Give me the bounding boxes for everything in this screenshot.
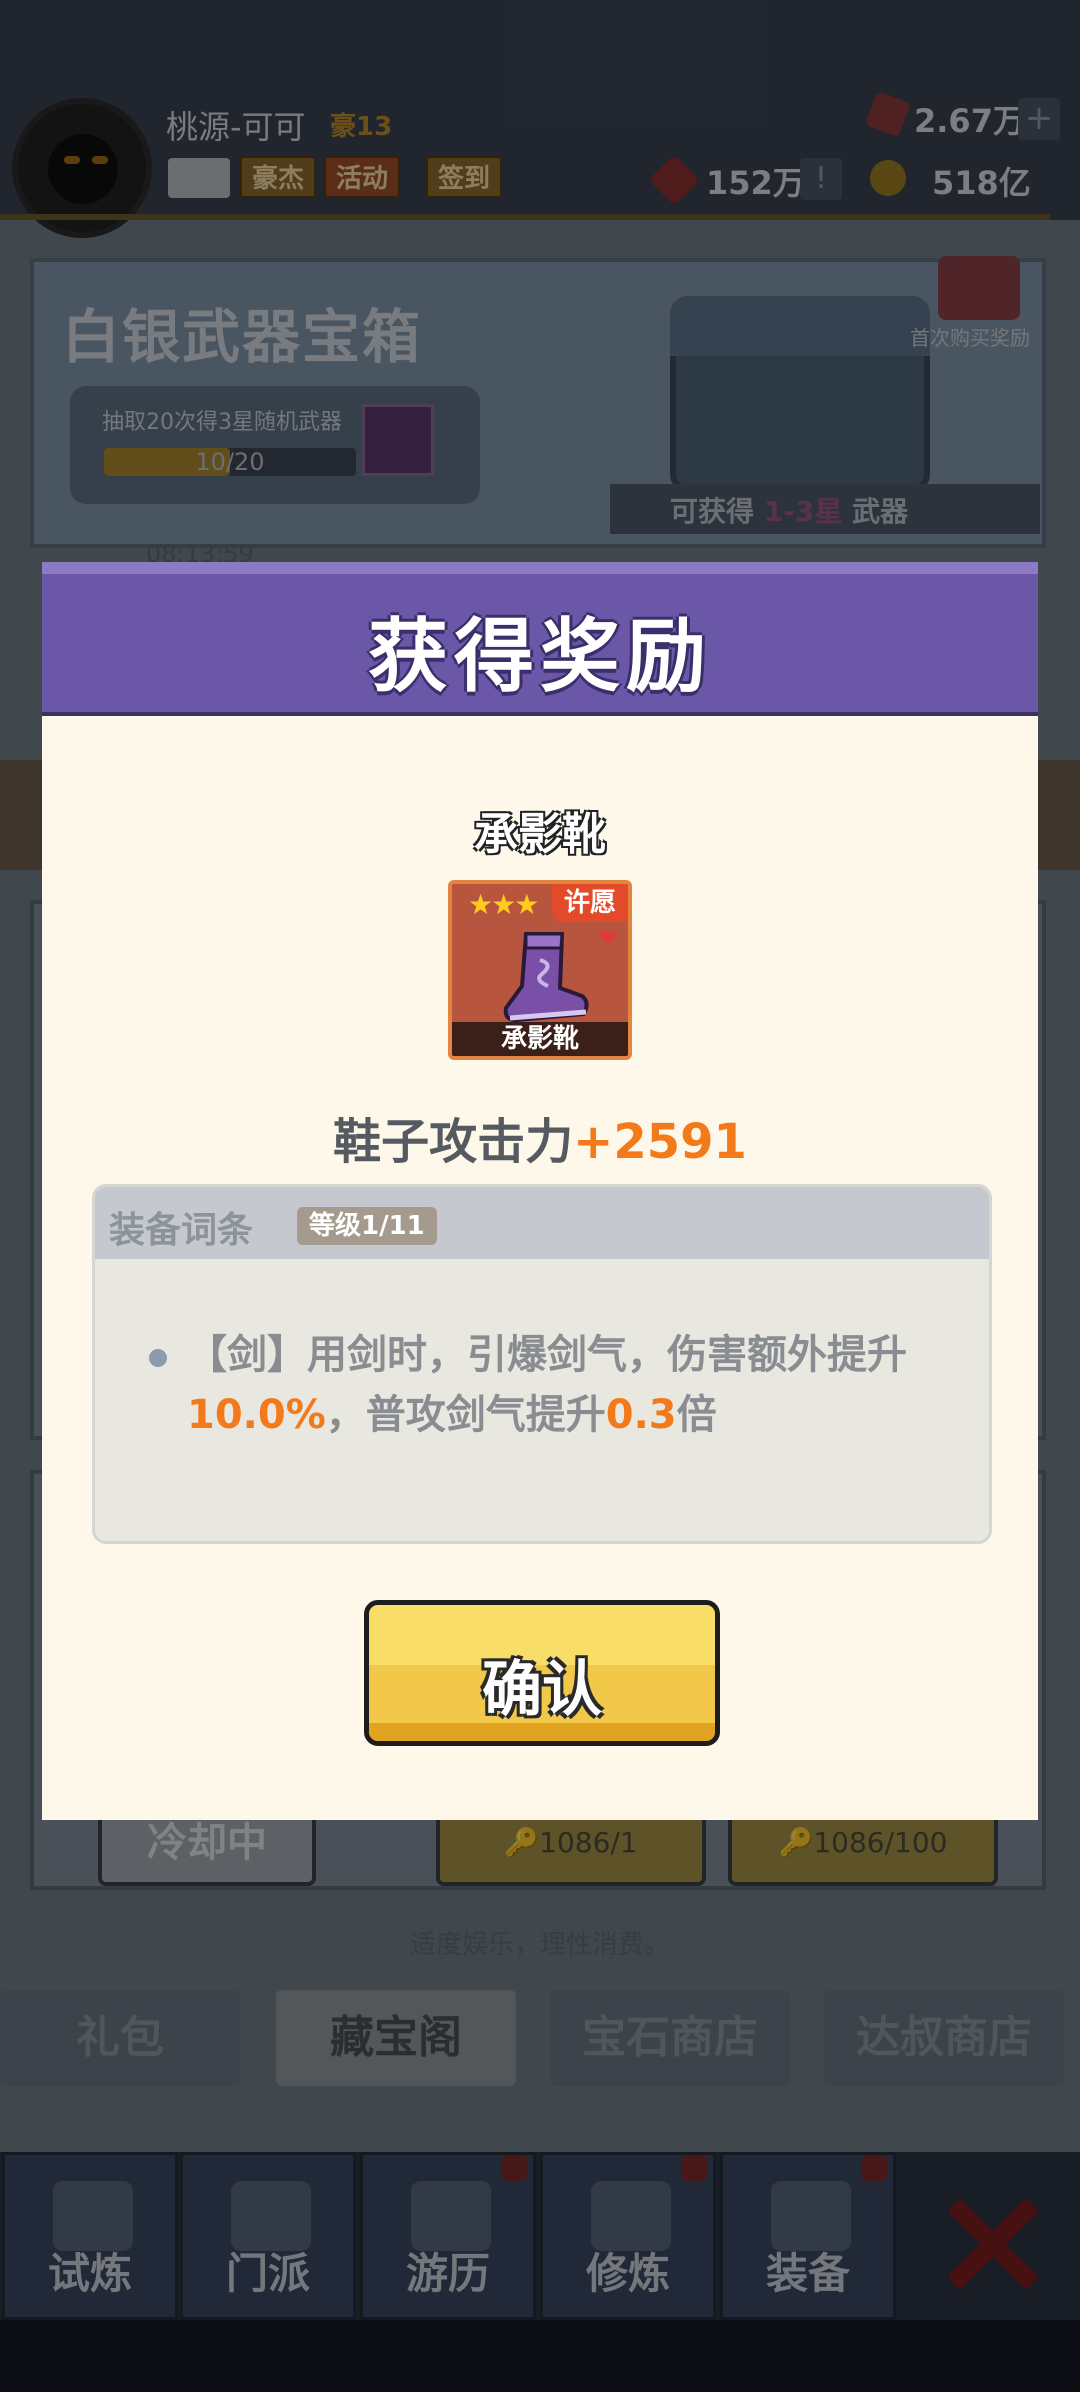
star-rating: ★★★ xyxy=(468,888,539,921)
attack-stat: 鞋子攻击力+2591 xyxy=(333,1114,747,1170)
heart-icon: ❤ xyxy=(597,924,618,952)
confirm-label: 确认 xyxy=(482,1655,602,1725)
bullet-icon xyxy=(149,1349,167,1367)
level-badge: 等级1/11 xyxy=(297,1207,437,1245)
item-card[interactable]: ★★★ 许愿 ❤ 承影靴 xyxy=(448,880,632,1060)
modal-header: 获得奖励 xyxy=(42,562,1038,716)
card-label: 承影靴 xyxy=(452,1022,628,1056)
header-shade xyxy=(42,562,1038,574)
item-name: 承影靴 xyxy=(474,809,606,860)
confirm-button[interactable]: 确认 xyxy=(364,1600,720,1746)
affix-title: 装备词条 xyxy=(109,1210,254,1251)
affix-box: 装备词条 等级1/11 【剑】用剑时，引爆剑气，伤害额外提升10.0%，普攻剑气… xyxy=(92,1184,992,1544)
reward-modal: 获得奖励 承影靴 ★★★ 许愿 ❤ 承影靴 鞋子攻击力+2591 装备词条 等级… xyxy=(42,562,1038,1820)
wish-badge: 许愿 xyxy=(552,884,628,922)
affix-description: 【剑】用剑时，引爆剑气，伤害额外提升10.0%，普攻剑气提升0.3倍 xyxy=(187,1332,907,1438)
modal-title: 获得奖励 xyxy=(368,610,712,703)
boot-icon xyxy=(503,932,589,1023)
affix-header: 装备词条 等级1/11 xyxy=(95,1187,989,1259)
